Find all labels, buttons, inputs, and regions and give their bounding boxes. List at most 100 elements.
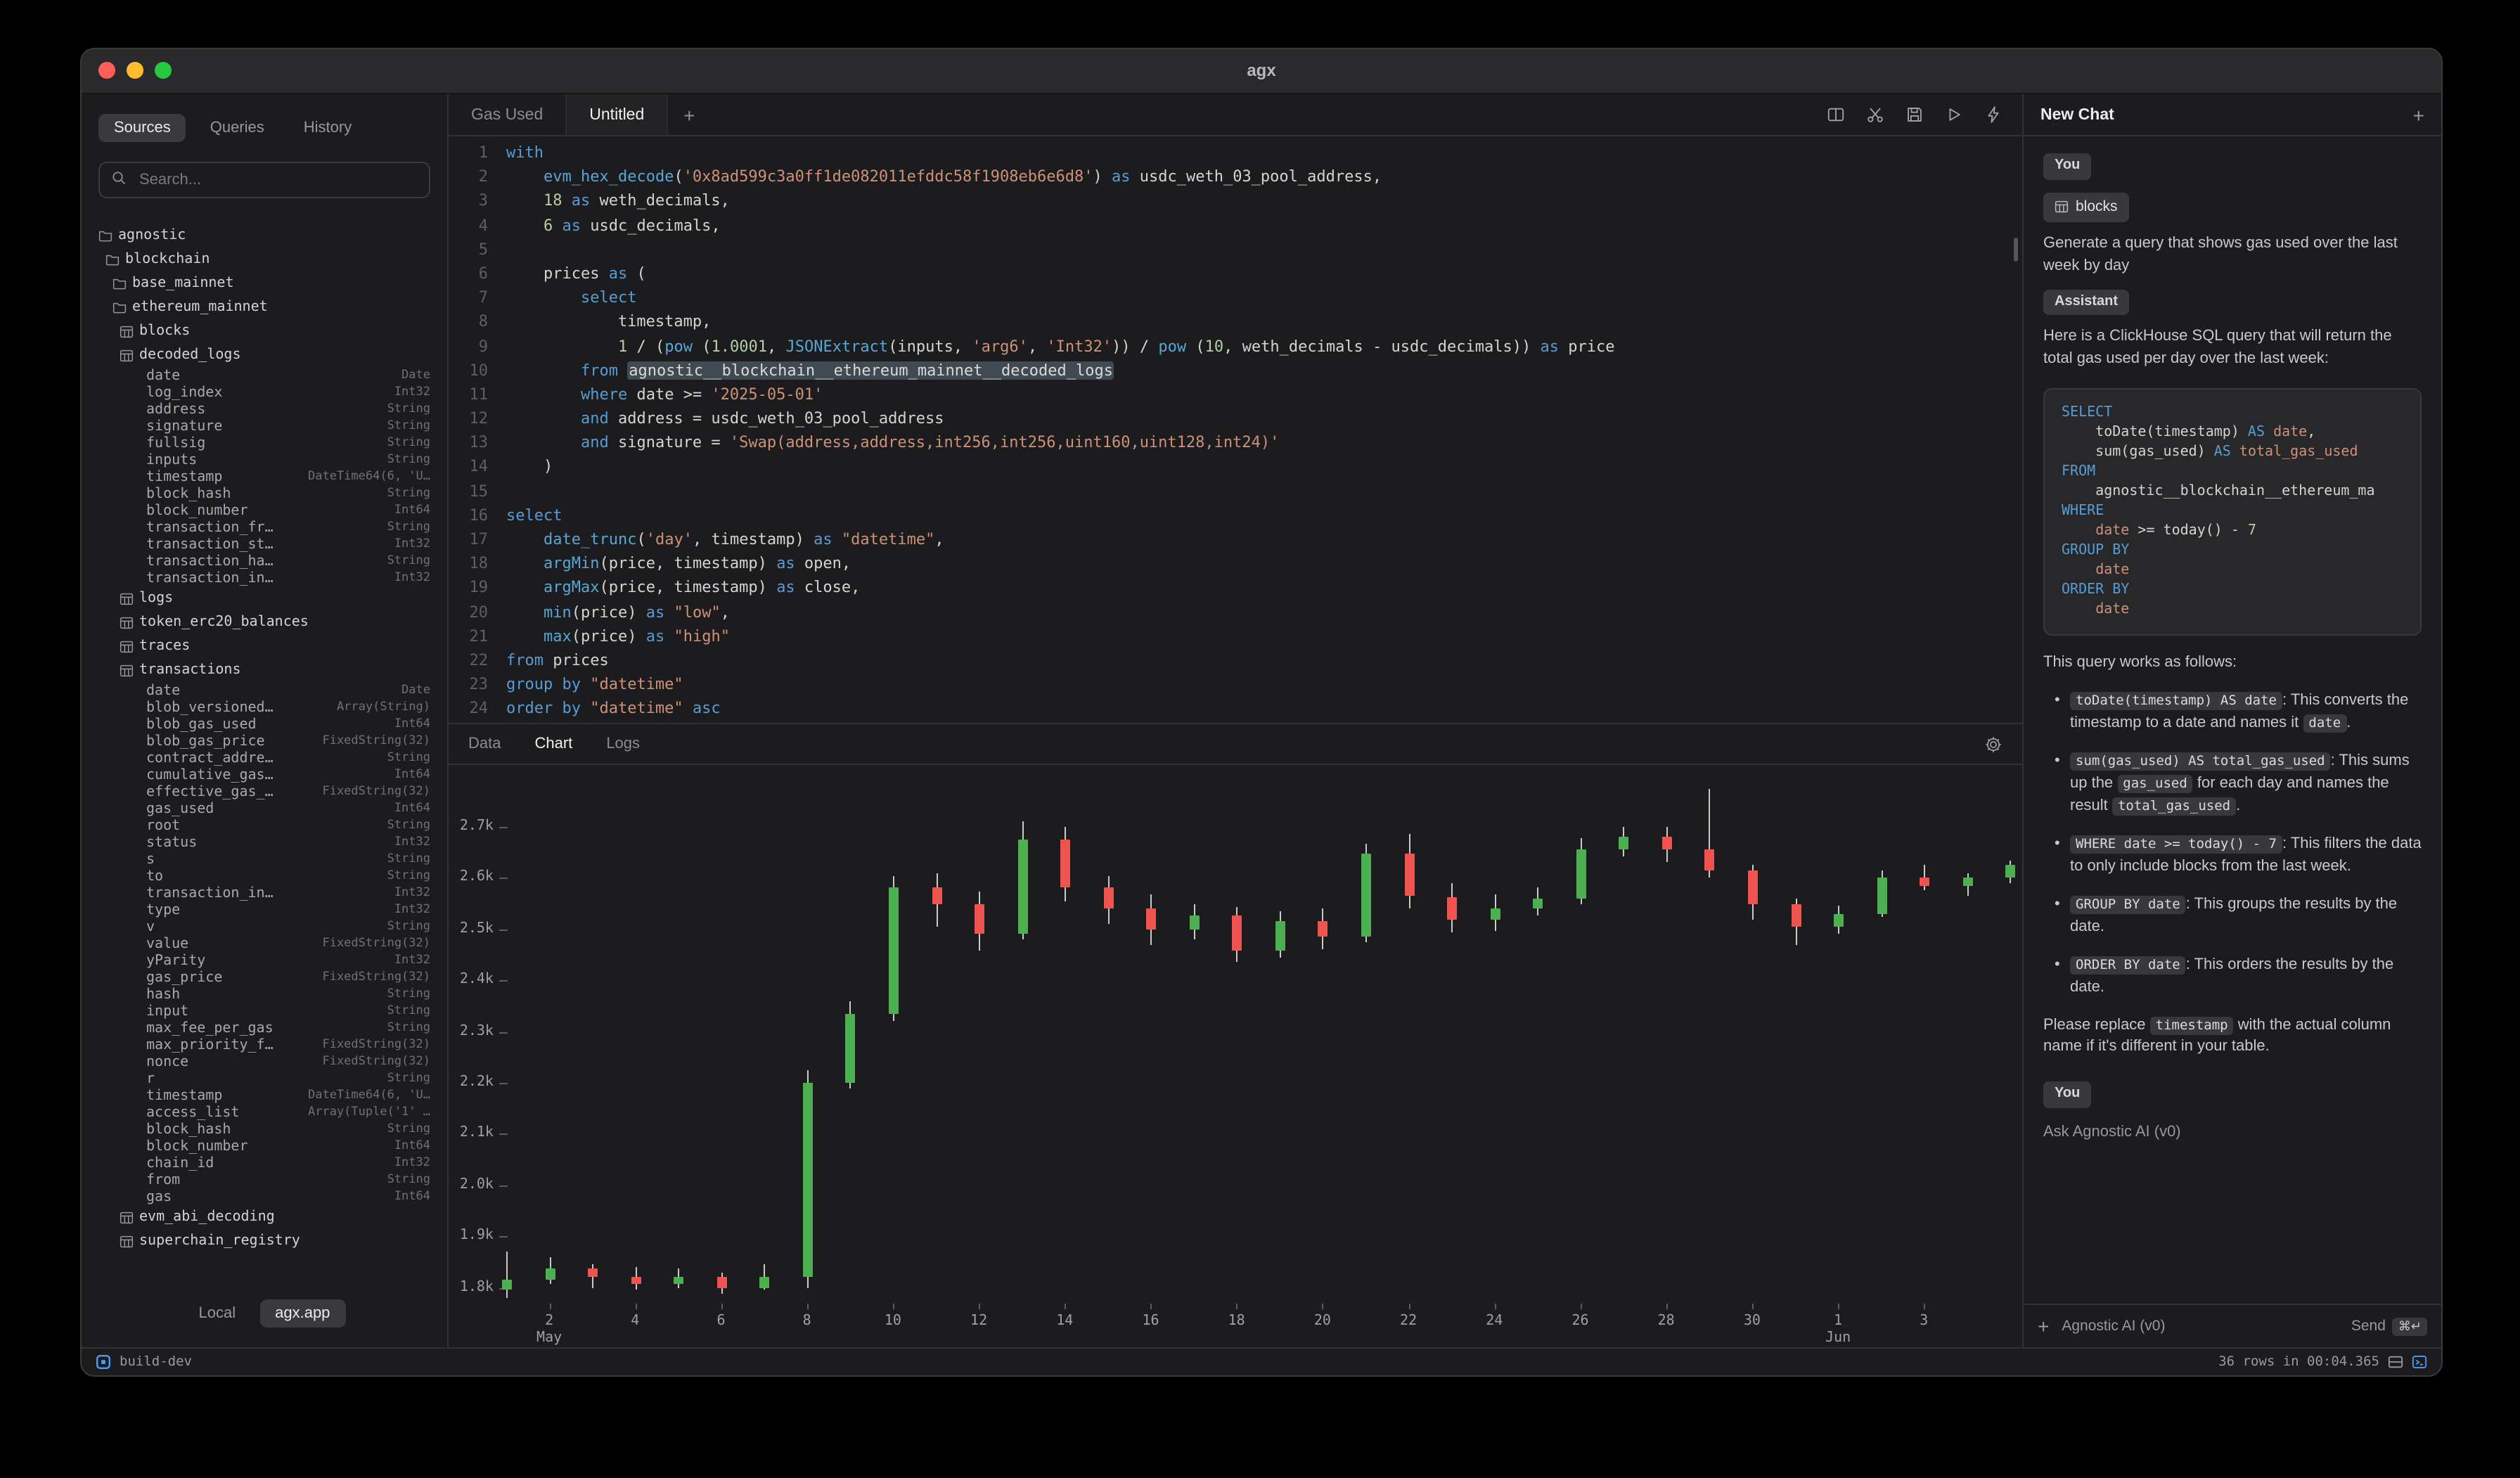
tree-column[interactable]: block_numberInt64 (82, 1138, 447, 1155)
tree-column[interactable]: effective_gas_…FixedString(32) (82, 783, 447, 800)
lightning-icon[interactable] (1984, 105, 2002, 124)
sidebar-tab-history[interactable]: History (288, 114, 367, 142)
tree-column[interactable]: fullsigString (82, 435, 447, 451)
tree-column[interactable]: inputString (82, 1003, 447, 1020)
tree-column[interactable]: block_numberInt64 (82, 502, 447, 519)
search-input[interactable] (136, 170, 418, 190)
code-line: WHERE (2062, 503, 2403, 522)
tree-column[interactable]: transaction_in…Int32 (82, 570, 447, 586)
tree-column[interactable]: block_hashString (82, 485, 447, 502)
table-icon (120, 615, 134, 629)
tree-column[interactable]: nonceFixedString(32) (82, 1053, 447, 1070)
results-tab-chart[interactable]: Chart (535, 735, 573, 752)
tree-column[interactable]: typeInt32 (82, 901, 447, 918)
tree-table-logs[interactable]: logs (82, 586, 447, 610)
x-axis-label: 28 (1642, 1313, 1690, 1329)
tree-column[interactable]: rString (82, 1070, 447, 1087)
attach-button[interactable]: + (2038, 1315, 2049, 1337)
sidebar-tab-sources[interactable]: Sources (98, 114, 186, 142)
tree-folder-agnostic[interactable]: agnostic (82, 224, 447, 248)
tree-column[interactable]: gas_usedInt64 (82, 800, 447, 817)
tree-table-blocks[interactable]: blocks (82, 319, 447, 343)
gear-icon[interactable] (1984, 735, 2002, 753)
editor-scrollbar-thumb[interactable] (2014, 238, 2018, 262)
code-line: 15 (449, 479, 2022, 503)
tree-column[interactable]: valueFixedString(32) (82, 935, 447, 952)
tree-column[interactable]: transaction_fr…String (82, 519, 447, 536)
terminal-icon[interactable] (2412, 1354, 2427, 1370)
tree-column[interactable]: access_listArray(Tuple('1' … (82, 1104, 447, 1121)
tree-column[interactable]: signatureString (82, 418, 447, 435)
tree-column[interactable]: blob_versioned…Array(String) (82, 699, 447, 716)
results-tab-logs[interactable]: Logs (606, 735, 640, 752)
candle (2006, 866, 2016, 878)
tab-untitled[interactable]: Untitled (567, 94, 668, 135)
code-line: 3 18 as weth_decimals, (449, 189, 2022, 213)
zoom-button[interactable] (155, 62, 172, 79)
tree-folder-blockchain[interactable]: blockchain (82, 248, 447, 271)
tree-column[interactable]: dateDate (82, 682, 447, 699)
tree-column[interactable]: vString (82, 918, 447, 935)
tree-column[interactable]: gas_priceFixedString(32) (82, 969, 447, 986)
sidebar-footer-agx-app[interactable]: agx.app (259, 1299, 345, 1328)
tree-column[interactable]: blob_gas_priceFixedString(32) (82, 733, 447, 750)
tree-column[interactable]: fromString (82, 1171, 447, 1188)
save-icon[interactable] (1905, 105, 1924, 124)
tree-column[interactable]: toString (82, 868, 447, 885)
close-button[interactable] (98, 62, 115, 79)
results-tab-data[interactable]: Data (468, 735, 501, 752)
tree-folder-base_mainnet[interactable]: base_mainnet (82, 271, 447, 295)
tree-column[interactable]: addressString (82, 401, 447, 418)
y-axis-label: 2.2k (451, 1074, 494, 1090)
tree-column[interactable]: gasInt64 (82, 1188, 447, 1205)
tree-column[interactable]: yParityInt32 (82, 952, 447, 969)
minimize-button[interactable] (127, 62, 143, 79)
tree-table-token_erc20_balances[interactable]: token_erc20_balances (82, 610, 447, 634)
rows-panel-icon[interactable] (2388, 1354, 2403, 1370)
tree-column[interactable]: transaction_st…Int32 (82, 536, 447, 553)
tree-column[interactable]: contract_addre…String (82, 750, 447, 766)
ask-placeholder[interactable]: Ask Agnostic AI (v0) (2043, 1122, 2422, 1145)
tree-column[interactable]: max_priority_f…FixedString(32) (82, 1036, 447, 1053)
column-type: Int32 (394, 571, 430, 585)
tree-column[interactable]: max_fee_per_gasString (82, 1020, 447, 1036)
tree-folder-ethereum_mainnet[interactable]: ethereum_mainnet (82, 295, 447, 319)
tree-column[interactable]: inputsString (82, 451, 447, 468)
tree-column[interactable]: transaction_in…Int32 (82, 885, 447, 901)
tree-column[interactable]: blob_gas_usedInt64 (82, 716, 447, 733)
tree-table-superchain_registry[interactable]: superchain_registry (82, 1229, 447, 1253)
columns-icon[interactable] (1827, 105, 1845, 124)
tree-column[interactable]: block_hashString (82, 1121, 447, 1138)
tree-table-decoded_logs[interactable]: decoded_logs (82, 343, 447, 367)
tree-column[interactable]: rootString (82, 817, 447, 834)
tree-table-transactions[interactable]: transactions (82, 658, 447, 682)
tree-column[interactable]: dateDate (82, 367, 447, 384)
column-type: String (387, 1122, 430, 1136)
model-selector[interactable]: Agnostic AI (v0) (2062, 1318, 2165, 1335)
new-chat-button[interactable]: + (2413, 103, 2424, 126)
sidebar-footer-local[interactable]: Local (184, 1299, 252, 1328)
send-button[interactable]: Send ⌘↵ (2351, 1317, 2427, 1335)
tree-column[interactable]: timestampDateTime64(6, 'U… (82, 468, 447, 485)
new-tab-button[interactable]: + (668, 94, 710, 135)
tree-column[interactable]: hashString (82, 986, 447, 1003)
tab-gas-used[interactable]: Gas Used (449, 94, 567, 135)
tree-column[interactable]: transaction_ha…String (82, 553, 447, 570)
scissors-icon[interactable] (1866, 105, 1884, 124)
tree-column[interactable]: cumulative_gas…Int64 (82, 766, 447, 783)
sidebar-tab-queries[interactable]: Queries (195, 114, 280, 142)
tree-column[interactable]: statusInt32 (82, 834, 447, 851)
traffic-lights (98, 62, 172, 79)
tree-column[interactable]: timestampDateTime64(6, 'U… (82, 1087, 447, 1104)
table-icon (120, 1210, 134, 1224)
run-icon[interactable] (1945, 105, 1963, 124)
search-box[interactable] (98, 162, 430, 198)
tree-table-evm_abi_decoding[interactable]: evm_abi_decoding (82, 1205, 447, 1229)
sql-editor[interactable]: 1with2 evm_hex_decode('0x8ad599c3a0ff1de… (449, 136, 2022, 723)
tree-table-traces[interactable]: traces (82, 634, 447, 658)
context-chip-blocks[interactable]: blocks (2043, 192, 2129, 221)
candle (631, 1278, 641, 1284)
tree-column[interactable]: sString (82, 851, 447, 868)
tree-column[interactable]: chain_idInt32 (82, 1155, 447, 1171)
tree-column[interactable]: log_indexInt32 (82, 384, 447, 401)
